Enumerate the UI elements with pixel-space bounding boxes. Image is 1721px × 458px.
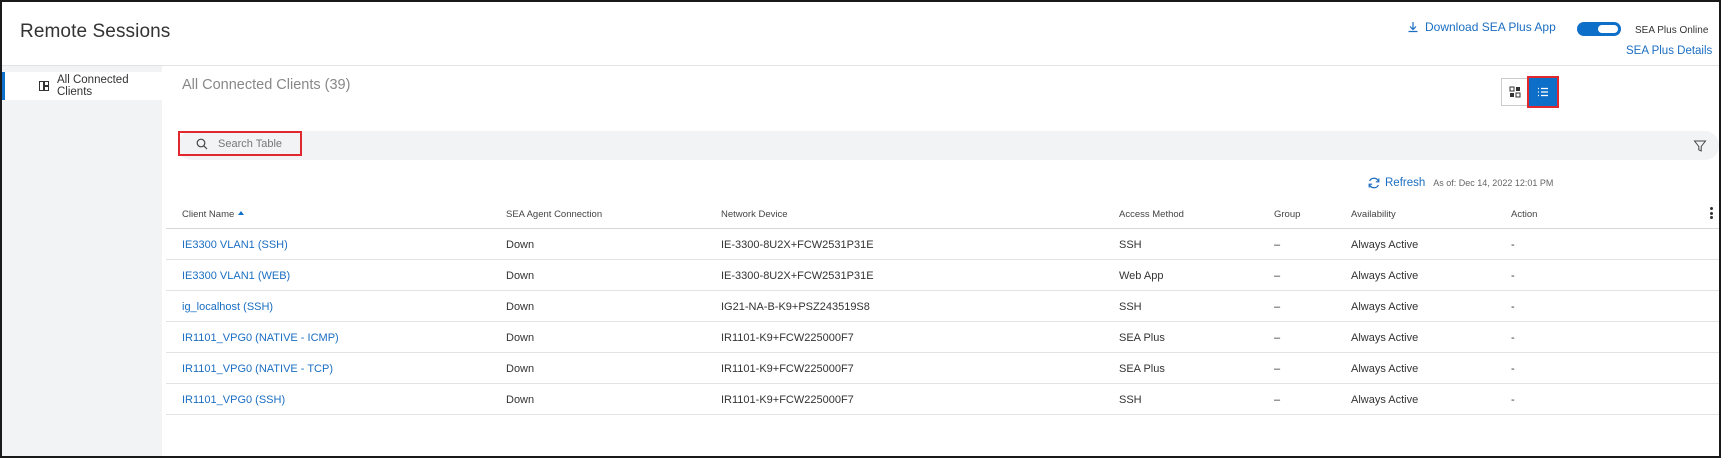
toggle-knob [1598,25,1618,33]
agent-connection-cell: Down [506,394,535,406]
page-title: Remote Sessions [20,21,171,42]
filter-icon[interactable] [1693,139,1707,153]
card-view-button[interactable] [1501,78,1529,106]
clients-icon [39,81,49,91]
section-title: All Connected Clients (39) [182,77,351,93]
group-cell: – [1274,363,1281,375]
access-method-cell: SSH [1119,394,1142,406]
availability-cell: Always Active [1351,394,1419,406]
availability-cell: Always Active [1351,363,1419,375]
table-row: IR1101_VPG0 (NATIVE - ICMP) Down IR1101-… [166,322,1719,353]
page-header: Remote Sessions Download SEA Plus App SE… [2,2,1719,66]
view-toggle [1501,76,1559,108]
search-icon [196,138,208,149]
agent-connection-cell: Down [506,270,535,282]
refresh-label: Refresh [1385,177,1426,189]
list-view-button[interactable] [1527,76,1559,108]
download-sea-plus-link[interactable]: Download SEA Plus App [1407,20,1556,34]
access-method-cell: Web App [1119,270,1164,282]
column-header-group[interactable]: Group [1274,209,1300,220]
group-cell: – [1274,332,1281,344]
column-header-client-name[interactable]: Client Name [182,209,245,220]
table-row: IE3300 VLAN1 (WEB) Down IE-3300-8U2X+FCW… [166,260,1719,291]
refresh-row: Refresh As of: Dec 14, 2022 12:01 PM [1367,176,1553,190]
sea-plus-details-link[interactable]: SEA Plus Details [1626,45,1712,57]
availability-cell: Always Active [1351,239,1419,251]
network-device-cell: IE-3300-8U2X+FCW2531P31E [721,270,874,282]
search-input[interactable] [218,137,298,150]
table-header: Client Name SEA Agent Connection Network… [166,199,1719,229]
group-cell: – [1274,394,1281,406]
client-name-link[interactable]: IE3300 VLAN1 (SSH) [182,239,288,251]
refresh-button[interactable]: Refresh [1367,176,1425,190]
agent-connection-cell: Down [506,239,535,251]
action-cell[interactable]: - [1511,301,1515,313]
last-updated-timestamp: As of: Dec 14, 2022 12:01 PM [1433,178,1554,188]
sidebar-item-label: All Connected Clients [57,74,129,98]
table-row: ig_localhost (SSH) Down IG21-NA-B-K9+PSZ… [166,291,1719,322]
online-label: SEA Plus Online [1635,25,1709,36]
search-field[interactable] [178,131,302,156]
app-window: Remote Sessions Download SEA Plus App SE… [0,0,1721,458]
client-name-link[interactable]: IR1101_VPG0 (NATIVE - ICMP) [182,332,339,344]
search-bar [178,131,1719,160]
list-view-icon [1538,87,1548,97]
network-device-cell: IE-3300-8U2X+FCW2531P31E [721,239,874,251]
column-header-action[interactable]: Action [1511,209,1537,220]
sea-plus-online-toggle[interactable] [1577,22,1621,36]
column-header-access-method[interactable]: Access Method [1119,209,1184,220]
agent-connection-cell: Down [506,332,535,344]
access-method-cell: SEA Plus [1119,363,1165,375]
download-icon [1408,22,1418,33]
group-cell: – [1274,239,1281,251]
action-cell[interactable]: - [1511,363,1515,375]
column-header-sea-agent-connection[interactable]: SEA Agent Connection [506,209,602,220]
availability-cell: Always Active [1351,301,1419,313]
clients-table: Client Name SEA Agent Connection Network… [166,199,1719,415]
agent-connection-cell: Down [506,363,535,375]
access-method-cell: SSH [1119,239,1142,251]
sort-ascending-icon [238,211,245,216]
action-cell[interactable]: - [1511,332,1515,344]
client-name-link[interactable]: IR1101_VPG0 (SSH) [182,394,285,406]
group-cell: – [1274,270,1281,282]
client-name-link[interactable]: IR1101_VPG0 (NATIVE - TCP) [182,363,333,375]
access-method-cell: SSH [1119,301,1142,313]
availability-cell: Always Active [1351,332,1419,344]
network-device-cell: IR1101-K9+FCW225000F7 [721,363,854,375]
card-view-icon [1509,86,1521,98]
client-name-link[interactable]: ig_localhost (SSH) [182,301,273,313]
availability-cell: Always Active [1351,270,1419,282]
network-device-cell: IG21-NA-B-K9+PSZ243519S8 [721,301,870,313]
refresh-icon [1368,177,1380,189]
column-header-availability[interactable]: Availability [1351,209,1396,220]
table-row: IE3300 VLAN1 (SSH) Down IE-3300-8U2X+FCW… [166,229,1719,260]
column-header-network-device[interactable]: Network Device [721,209,788,220]
access-method-cell: SEA Plus [1119,332,1165,344]
sidebar: All Connected Clients [2,66,162,456]
action-cell[interactable]: - [1511,270,1515,282]
sidebar-item-all-connected-clients[interactable]: All Connected Clients [2,72,162,100]
network-device-cell: IR1101-K9+FCW225000F7 [721,332,854,344]
network-device-cell: IR1101-K9+FCW225000F7 [721,394,854,406]
main-content: All Connected Clients (39) Refresh As of… [162,66,1719,456]
action-cell[interactable]: - [1511,239,1515,251]
action-cell[interactable]: - [1511,394,1515,406]
table-row: IR1101_VPG0 (NATIVE - TCP) Down IR1101-K… [166,353,1719,384]
download-label: Download SEA Plus App [1425,20,1556,34]
table-row: IR1101_VPG0 (SSH) Down IR1101-K9+FCW2250… [166,384,1719,415]
client-name-link[interactable]: IE3300 VLAN1 (WEB) [182,270,290,282]
group-cell: – [1274,301,1281,313]
agent-connection-cell: Down [506,301,535,313]
column-options-icon[interactable] [1709,207,1713,219]
